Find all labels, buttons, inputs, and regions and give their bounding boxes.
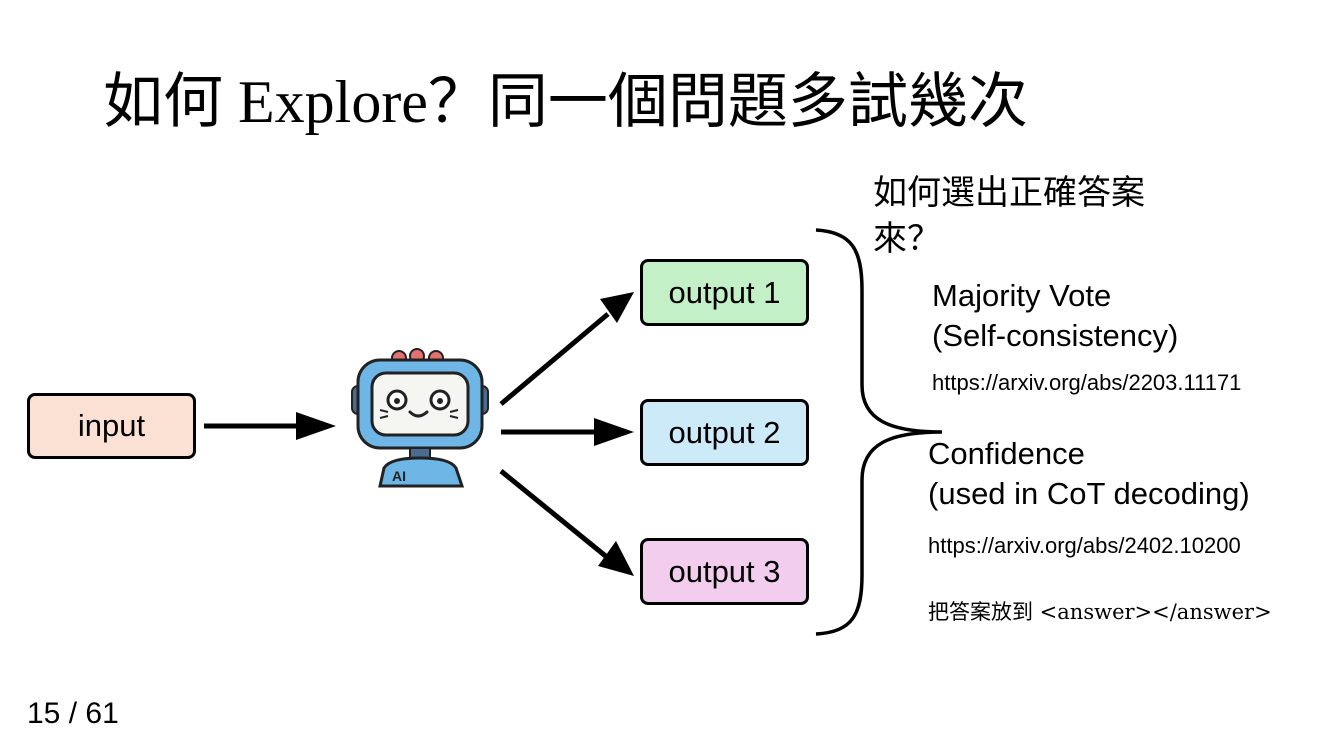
- robot-icon: AI: [350, 348, 490, 495]
- method-name: Majority Vote: [932, 278, 1112, 313]
- output-label-2: output 2: [668, 414, 781, 450]
- method-name: Confidence: [928, 436, 1085, 471]
- output-box-3: output 3: [640, 538, 809, 605]
- paper-link-cot-decoding[interactable]: https://arxiv.org/abs/2402.10200: [928, 533, 1241, 559]
- arrow-model-to-output-1: [499, 292, 634, 406]
- method-subtitle: (Self-consistency): [932, 318, 1179, 353]
- curly-brace: [815, 228, 943, 636]
- output-box-1: output 1: [640, 259, 809, 326]
- robot-badge: AI: [392, 468, 406, 484]
- output-label-3: output 3: [668, 553, 781, 589]
- selection-question: 如何選出正確答案來？: [873, 173, 1145, 259]
- input-box: input: [27, 393, 196, 459]
- arrow-input-to-model: [204, 412, 336, 440]
- arrow-model-to-output-3: [499, 469, 634, 576]
- page-total: 61: [85, 697, 119, 730]
- method-majority-vote: Majority Vote (Self-consistency): [932, 276, 1178, 356]
- page-current: 15: [27, 697, 61, 730]
- method-confidence: Confidence (used in CoT decoding): [928, 434, 1250, 514]
- output-label-1: output 1: [668, 274, 781, 310]
- answer-tag-note: 把答案放到 <answer></answer>: [928, 600, 1272, 624]
- arrow-model-to-output-2: [501, 418, 634, 446]
- page-separator: /: [68, 697, 78, 730]
- method-subtitle: (used in CoT decoding): [928, 476, 1250, 511]
- input-label: input: [77, 408, 146, 443]
- output-box-2: output 2: [640, 399, 809, 466]
- paper-link-self-consistency[interactable]: https://arxiv.org/abs/2203.11171: [932, 370, 1241, 396]
- page-counter: 15 / 61: [27, 697, 119, 731]
